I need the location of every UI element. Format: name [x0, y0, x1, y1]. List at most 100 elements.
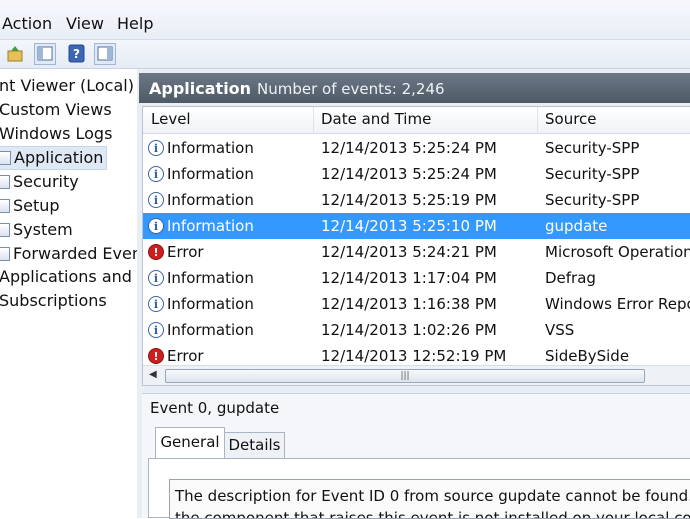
event-description[interactable]: The description for Event ID 0 from sour…	[169, 479, 690, 519]
cell-level: Information	[167, 139, 254, 157]
general-tab-body: The description for Event ID 0 from sour…	[148, 458, 690, 519]
cell-source: Windows Error Repo	[545, 295, 690, 313]
cell-source: Microsoft Operations	[545, 243, 690, 261]
table-row[interactable]: i Information 12/14/2013 5:25:24 PM Secu…	[143, 161, 690, 187]
cell-source: gupdate	[545, 217, 608, 235]
cell-datetime: 12/14/2013 5:25:10 PM	[321, 217, 497, 235]
cell-level: Information	[167, 321, 254, 339]
cell-datetime: 12/14/2013 5:24:21 PM	[321, 243, 497, 261]
show-hide-action-pane-icon[interactable]	[94, 43, 116, 65]
tree-item-security[interactable]: Security	[0, 171, 79, 193]
tree-label: Forwarded Even	[13, 244, 138, 263]
log-icon	[0, 247, 10, 261]
column-divider[interactable]	[537, 107, 538, 133]
cell-source: Security-SPP	[545, 139, 640, 157]
tree-label: Custom Views	[0, 100, 112, 119]
tree-label: Windows Logs	[0, 124, 113, 143]
information-icon: i	[148, 140, 164, 156]
cell-source: Security-SPP	[545, 191, 640, 209]
tree-label: Subscriptions	[0, 291, 107, 310]
horizontal-scrollbar[interactable]: ◀ |||	[143, 365, 690, 385]
cell-datetime: 12/14/2013 5:25:19 PM	[321, 191, 497, 209]
event-details-pane: General Details The description for Even…	[142, 421, 690, 519]
cell-source: VSS	[545, 321, 575, 339]
menu-help[interactable]: Help	[117, 14, 153, 33]
tree-item-windows-logs[interactable]: Windows Logs	[0, 123, 112, 145]
tree-item-subscriptions[interactable]: Subscriptions	[0, 290, 107, 312]
cell-source: SideBySide	[545, 347, 630, 365]
information-icon: i	[148, 166, 164, 182]
cell-source: Defrag	[545, 269, 596, 287]
column-divider[interactable]	[313, 107, 314, 133]
navigation-tree: nt Viewer (Local) Custom Views Windows L…	[0, 69, 138, 518]
cell-datetime: 12/14/2013 12:52:19 PM	[321, 347, 507, 365]
tree-item-event-viewer[interactable]: nt Viewer (Local)	[0, 75, 134, 97]
table-row-selected[interactable]: i Information 12/14/2013 5:25:10 PM gupd…	[143, 213, 690, 239]
log-title: Application	[149, 79, 252, 98]
tree-item-application[interactable]: Application	[0, 146, 108, 170]
cell-source: Security-SPP	[545, 165, 640, 183]
svg-text:?: ?	[73, 47, 80, 61]
cell-datetime: 12/14/2013 5:25:24 PM	[321, 165, 497, 183]
tree-label: Applications and S	[0, 267, 138, 286]
events-table: Level Date and Time Source i Information…	[142, 106, 690, 386]
description-line: The description for Event ID 0 from sour…	[175, 487, 690, 505]
tab-details[interactable]: Details	[225, 432, 285, 459]
log-icon	[0, 175, 10, 189]
event-count: Number of events: 2,246	[257, 80, 445, 98]
tree-item-forwarded-events[interactable]: Forwarded Even	[0, 243, 138, 265]
information-icon: i	[148, 296, 164, 312]
main-pane: Application Number of events: 2,246 Leve…	[137, 69, 690, 519]
cell-level: Information	[167, 217, 254, 235]
tree-item-system[interactable]: System	[0, 219, 73, 241]
table-row[interactable]: i Information 12/14/2013 1:17:04 PM Defr…	[143, 265, 690, 291]
toolbar: ?	[0, 40, 690, 69]
column-level[interactable]: Level	[151, 110, 191, 128]
table-row[interactable]: ! Error 12/14/2013 5:24:21 PM Microsoft …	[143, 239, 690, 265]
cell-datetime: 12/14/2013 5:25:24 PM	[321, 139, 497, 157]
event-details-title: Event 0, gupdate	[150, 399, 280, 417]
tree-label: Application	[14, 148, 104, 167]
cell-datetime: 12/14/2013 1:17:04 PM	[321, 269, 497, 287]
column-source[interactable]: Source	[545, 110, 597, 128]
menu-view[interactable]: View	[66, 14, 104, 33]
cell-datetime: 12/14/2013 1:16:38 PM	[321, 295, 497, 313]
error-icon: !	[148, 244, 164, 260]
table-row[interactable]: i Information 12/14/2013 5:25:19 PM Secu…	[143, 187, 690, 213]
tree-item-custom-views[interactable]: Custom Views	[0, 99, 112, 121]
table-header: Level Date and Time Source	[143, 107, 690, 134]
up-folder-icon[interactable]	[4, 43, 26, 65]
information-icon: i	[148, 322, 164, 338]
information-icon: i	[148, 270, 164, 286]
scroll-left-icon[interactable]: ◀	[149, 369, 157, 380]
tab-general[interactable]: General	[155, 427, 225, 459]
cell-level: Information	[167, 295, 254, 313]
log-header: Application Number of events: 2,246	[139, 73, 690, 103]
information-icon: i	[148, 218, 164, 234]
column-date-time[interactable]: Date and Time	[321, 110, 431, 128]
cell-level: Error	[167, 243, 204, 261]
tree-label: Security	[13, 172, 79, 191]
table-row[interactable]: i Information 12/14/2013 5:25:24 PM Secu…	[143, 135, 690, 161]
log-icon	[0, 199, 10, 213]
tree-item-setup[interactable]: Setup	[0, 195, 60, 217]
help-icon[interactable]: ?	[66, 43, 88, 65]
event-details-header: Event 0, gupdate	[142, 393, 690, 422]
show-hide-tree-icon[interactable]	[34, 43, 56, 65]
menu-action[interactable]: Action	[2, 14, 52, 33]
log-icon	[0, 151, 11, 165]
tree-label: Setup	[13, 196, 60, 215]
cell-level: Error	[167, 347, 204, 365]
description-line: the component that raises this event is …	[175, 509, 690, 519]
cell-datetime: 12/14/2013 1:02:26 PM	[321, 321, 497, 339]
menu-bar: Action View Help	[0, 0, 690, 40]
scrollbar-thumb[interactable]: |||	[165, 369, 645, 383]
table-row[interactable]: i Information 12/14/2013 1:16:38 PM Wind…	[143, 291, 690, 317]
tree-item-applications-services[interactable]: Applications and S	[0, 266, 138, 288]
tree-label: nt Viewer (Local)	[0, 76, 134, 95]
tree-label: System	[13, 220, 73, 239]
cell-level: Information	[167, 165, 254, 183]
log-icon	[0, 223, 10, 237]
table-row[interactable]: i Information 12/14/2013 1:02:26 PM VSS	[143, 317, 690, 343]
cell-level: Information	[167, 269, 254, 287]
